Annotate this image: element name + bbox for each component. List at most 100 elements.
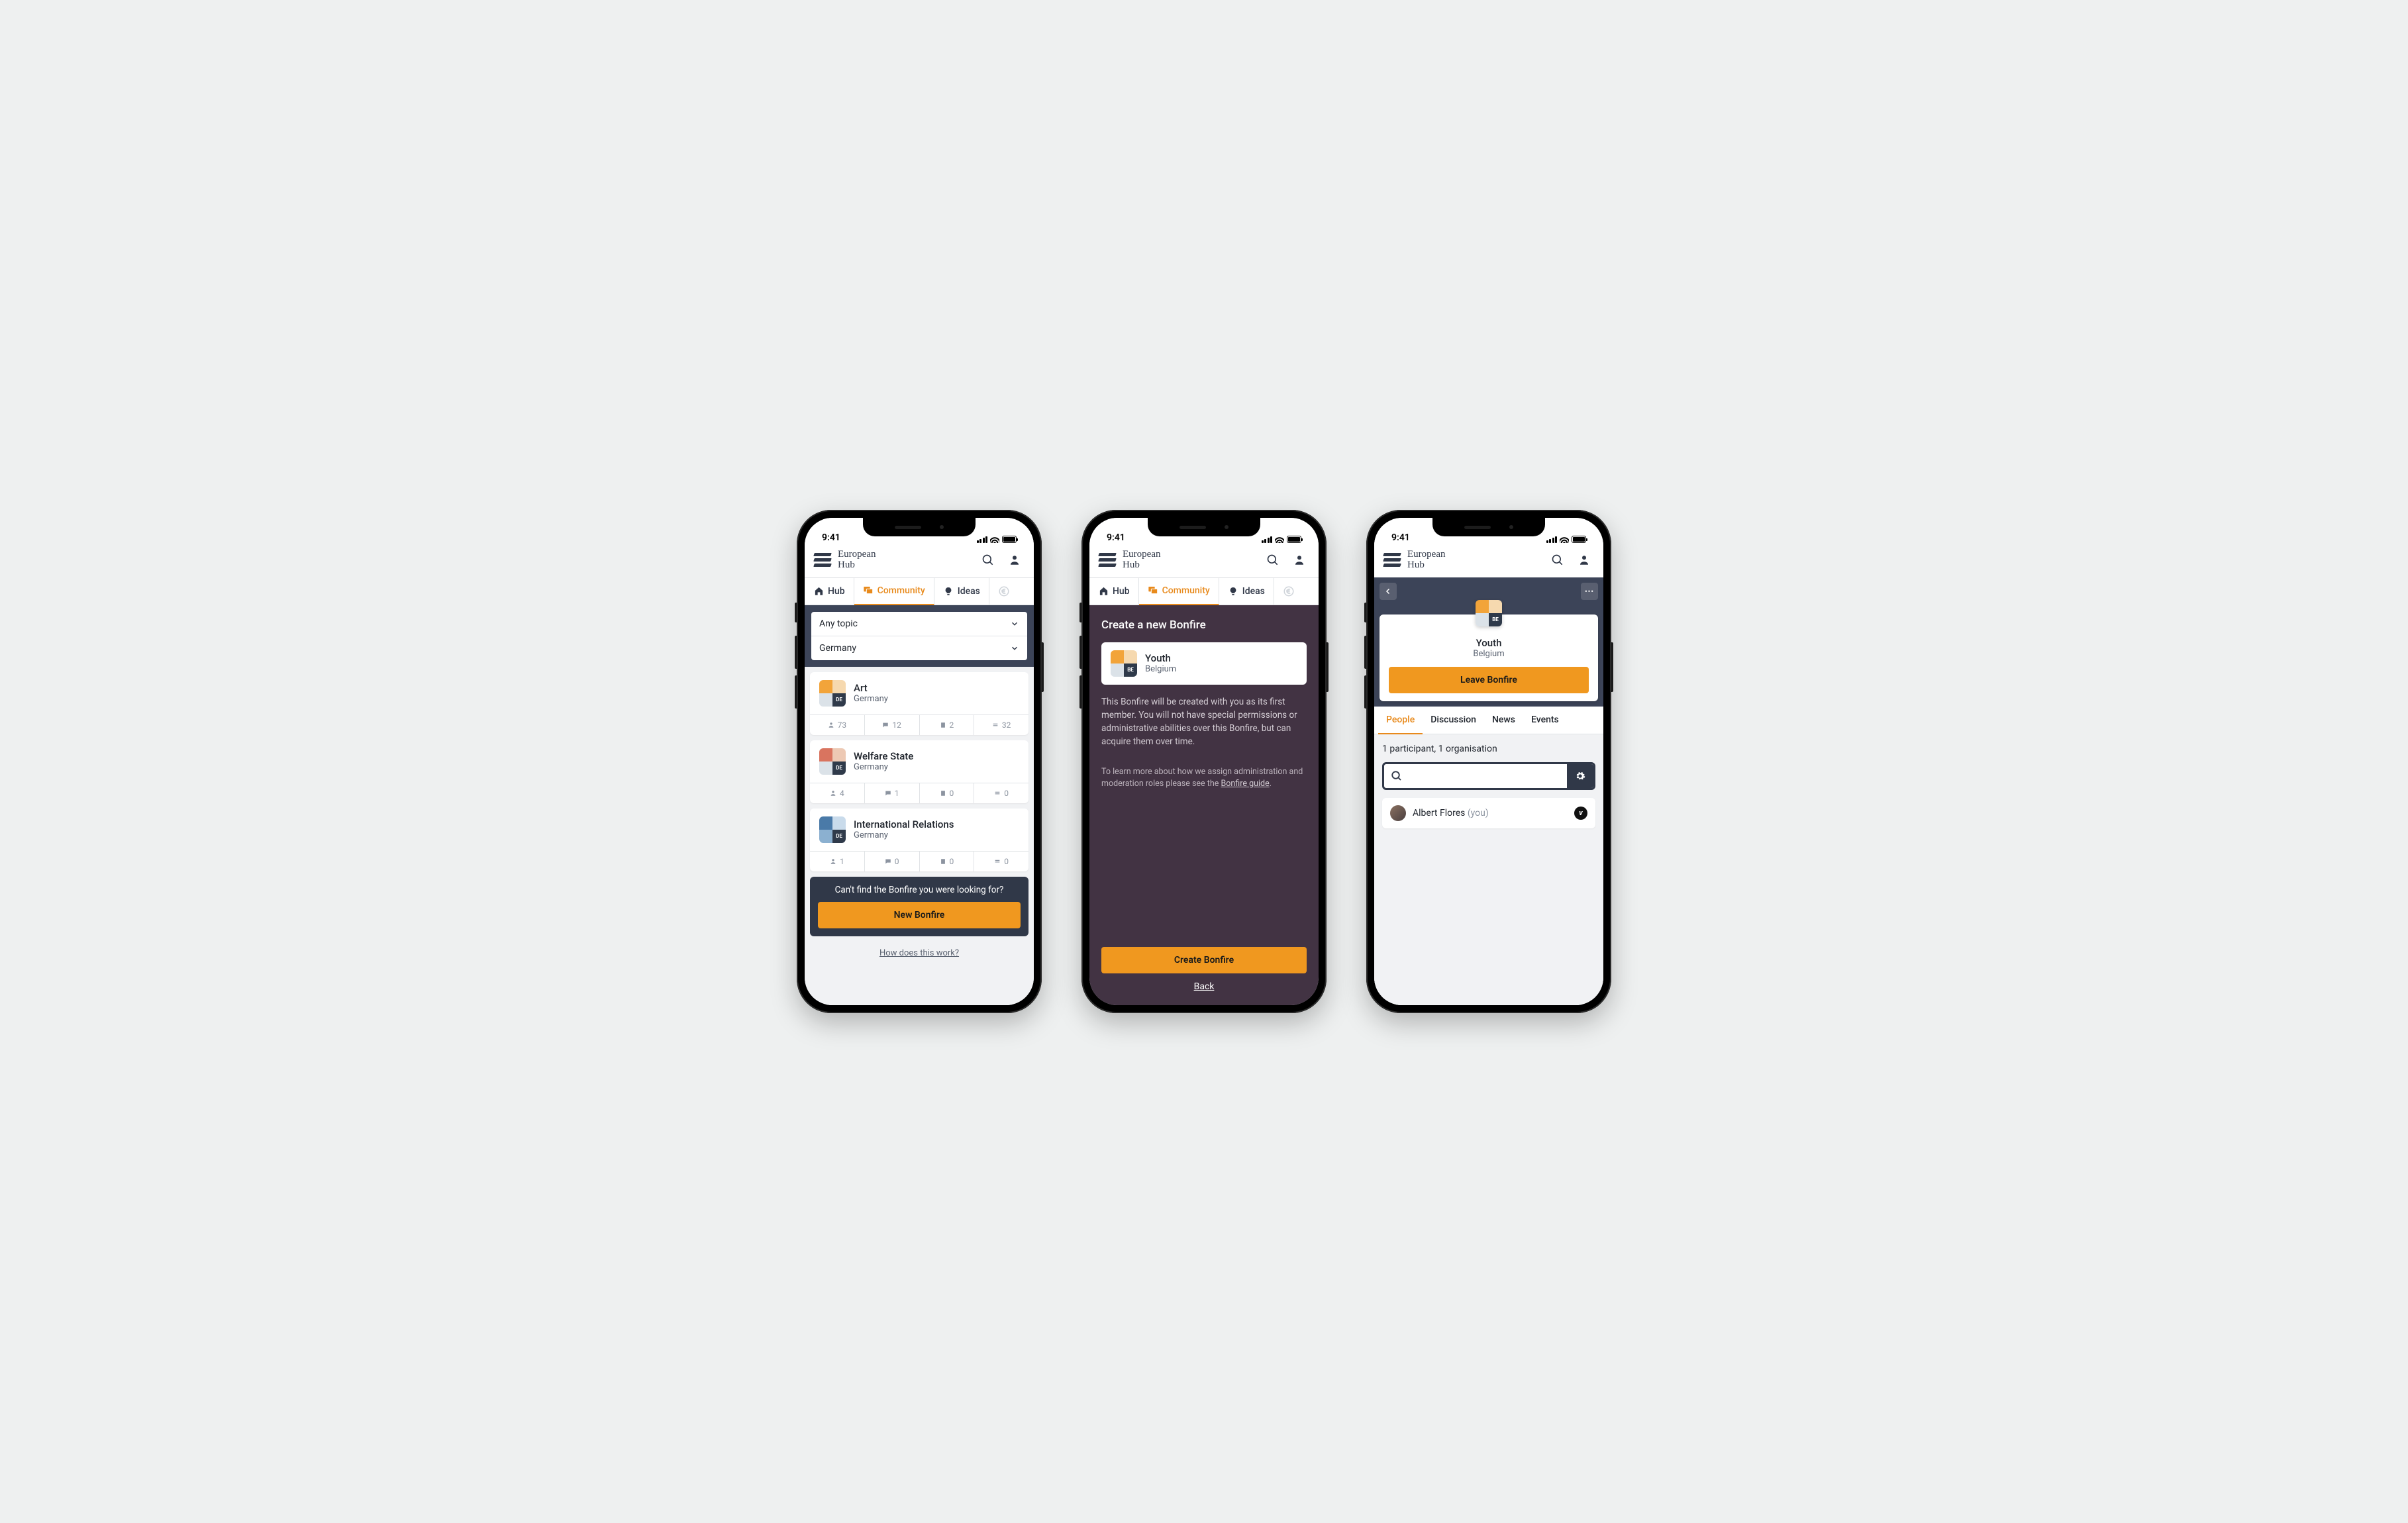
search-input[interactable]	[1384, 764, 1567, 788]
wifi-icon	[1275, 536, 1284, 543]
tab-community[interactable]: Community	[1139, 578, 1219, 605]
create-bonfire-description: This Bonfire will be created with you as…	[1101, 695, 1307, 749]
profile-icon[interactable]	[1289, 550, 1309, 570]
how-does-this-work-link[interactable]: How does this work?	[805, 942, 1034, 967]
tab-ideas[interactable]: Ideas	[934, 578, 989, 605]
wifi-icon	[1560, 536, 1569, 543]
people-section: 1 participant, 1 organisation Albert Flo…	[1374, 734, 1603, 1006]
bulb-icon	[943, 586, 954, 597]
search-settings-button[interactable]	[1567, 764, 1593, 788]
bonfire-hero: ⋯ BE Youth Belgium Leave Bonfire	[1374, 577, 1603, 707]
new-bonfire-button[interactable]: New Bonfire	[818, 902, 1021, 928]
app-header: EuropeanHub	[805, 544, 1034, 577]
back-button[interactable]	[1380, 583, 1397, 600]
battery-icon	[1287, 536, 1301, 543]
tab-hub[interactable]: Hub	[805, 578, 854, 605]
wifi-icon	[990, 536, 999, 543]
bonfire-list: DE Art Germany 73 12 2 32	[805, 667, 1034, 871]
tab-more[interactable]	[1274, 578, 1303, 605]
bonfire-preview-card: BE Youth Belgium	[1101, 642, 1307, 685]
person-row[interactable]: Albert Flores (you) v	[1382, 798, 1595, 828]
create-bonfire-panel: Create a new Bonfire BE Youth Belgium Th…	[1089, 605, 1319, 1006]
bonfire-title: Welfare State	[854, 750, 913, 762]
tab-ideas[interactable]: Ideas	[1219, 578, 1274, 605]
bonfire-badge: DE	[819, 816, 846, 843]
status-time: 9:41	[822, 532, 840, 543]
stat-posts: 12	[865, 715, 920, 735]
primary-tabs: Hub Community Ideas	[805, 577, 1034, 605]
bonfire-title: International Relations	[854, 818, 954, 830]
phone-mockup: 9:41 EuropeanHub	[1366, 510, 1611, 1013]
verified-badge-icon: v	[1574, 807, 1587, 820]
bonfire-subtitle: Germany	[854, 694, 888, 704]
bonfire-title: Youth	[1389, 637, 1589, 649]
new-bonfire-cta: Can't find the Bonfire you were looking …	[810, 877, 1028, 936]
create-bonfire-heading: Create a new Bonfire	[1101, 618, 1307, 632]
bonfire-subtitle: Germany	[854, 830, 954, 840]
stat-members: 73	[810, 715, 865, 735]
bonfire-guide-link[interactable]: Bonfire guide	[1221, 779, 1269, 789]
cta-question: Can't find the Bonfire you were looking …	[818, 885, 1021, 895]
create-bonfire-button[interactable]: Create Bonfire	[1101, 947, 1307, 973]
bonfire-stats: 73 12 2 32	[810, 714, 1028, 735]
chat-icon	[863, 585, 874, 596]
bonfire-card[interactable]: DE Art Germany 73 12 2 32	[810, 672, 1028, 735]
bonfire-badge: BE	[1111, 650, 1137, 677]
bonfire-badge: BE	[1476, 600, 1502, 626]
stat-views: 32	[974, 715, 1028, 735]
bonfire-subtitle: Germany	[854, 762, 913, 772]
tab-hub[interactable]: Hub	[1089, 578, 1139, 605]
more-menu-button[interactable]: ⋯	[1581, 583, 1598, 600]
bonfire-badge: DE	[819, 748, 846, 775]
euro-icon	[998, 585, 1010, 597]
back-link[interactable]: Back	[1101, 973, 1307, 995]
app-header: EuropeanHub	[1089, 544, 1319, 577]
bonfire-card[interactable]: DE International Relations Germany 1 0 0…	[810, 809, 1028, 871]
bonfire-badge: DE	[819, 680, 846, 707]
tab-news[interactable]: News	[1484, 707, 1523, 734]
bonfire-hero-card: BE Youth Belgium Leave Bonfire	[1380, 614, 1598, 701]
bonfire-card[interactable]: DE Welfare State Germany 4 1 0 0	[810, 740, 1028, 803]
bonfire-stats: 4 1 0 0	[810, 783, 1028, 803]
search-icon[interactable]	[1548, 550, 1568, 570]
participant-summary: 1 participant, 1 organisation	[1382, 744, 1595, 754]
search-icon[interactable]	[1263, 550, 1283, 570]
filter-topic[interactable]: Any topic	[811, 612, 1027, 636]
chevron-down-icon	[1010, 644, 1019, 653]
search-icon	[1391, 770, 1403, 782]
tab-discussion[interactable]: Discussion	[1423, 707, 1484, 734]
brand-logo	[1383, 553, 1401, 567]
tab-events[interactable]: Events	[1523, 707, 1567, 734]
chat-icon	[1148, 585, 1158, 596]
tab-people[interactable]: People	[1378, 707, 1423, 734]
gear-icon	[1575, 771, 1585, 781]
tab-community[interactable]: Community	[854, 578, 934, 605]
euro-icon	[1283, 585, 1295, 597]
stat-docs: 0	[920, 783, 975, 803]
stat-views: 0	[974, 783, 1028, 803]
phone-mockup: 9:41 EuropeanHub Hub	[797, 510, 1042, 1013]
brand-name: EuropeanHub	[1407, 550, 1541, 571]
phone-mockup: 9:41 EuropeanHub Hub	[1081, 510, 1327, 1013]
brand-name: EuropeanHub	[838, 550, 972, 571]
stat-docs: 2	[920, 715, 975, 735]
stat-docs: 0	[920, 852, 975, 871]
chevron-down-icon	[1010, 619, 1019, 628]
profile-icon[interactable]	[1005, 550, 1025, 570]
stat-posts: 0	[865, 852, 920, 871]
cellular-icon	[1262, 536, 1273, 543]
bonfire-subtitle: Belgium	[1145, 664, 1176, 674]
bonfire-title: Youth	[1145, 652, 1176, 664]
person-name: Albert Flores (you)	[1413, 808, 1568, 818]
search-icon[interactable]	[978, 550, 998, 570]
bonfire-sub-tabs: People Discussion News Events	[1374, 707, 1603, 734]
filter-country[interactable]: Germany	[811, 636, 1027, 660]
bonfire-title: Art	[854, 682, 888, 694]
filter-panel: Any topic Germany	[805, 605, 1034, 667]
profile-icon[interactable]	[1574, 550, 1594, 570]
status-time: 9:41	[1391, 532, 1410, 543]
tab-more[interactable]	[989, 578, 1019, 605]
create-bonfire-note: To learn more about how we assign admini…	[1101, 766, 1307, 791]
home-icon	[813, 586, 824, 597]
leave-bonfire-button[interactable]: Leave Bonfire	[1389, 667, 1589, 693]
